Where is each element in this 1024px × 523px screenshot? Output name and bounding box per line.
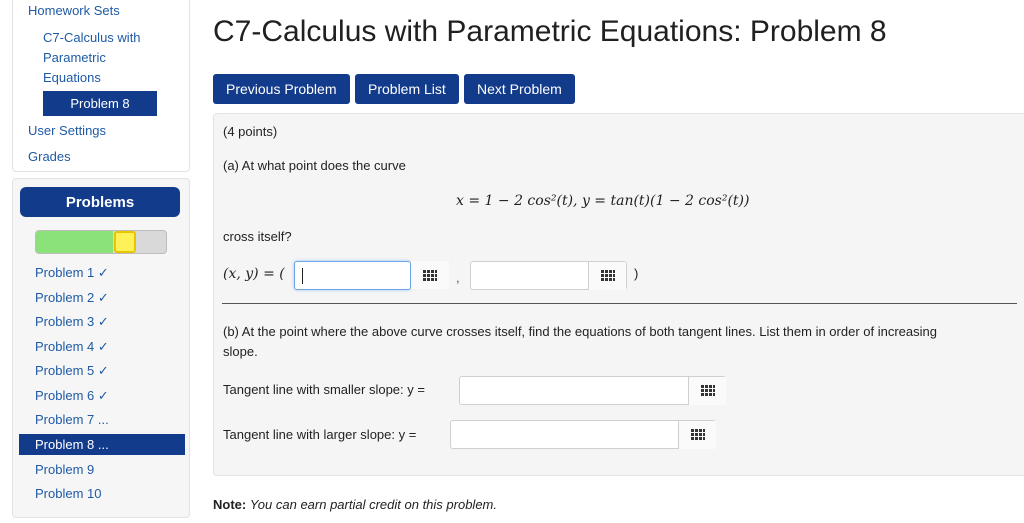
problem-link-6[interactable]: Problem 6 ✓ (35, 388, 109, 404)
keyboard-icon (423, 270, 437, 281)
larger-slope-label: Tangent line with larger slope: y = (223, 427, 417, 442)
problem-link-8-active[interactable]: Problem 8 ... (19, 434, 185, 455)
problem-link-10[interactable]: Problem 10 (35, 486, 101, 501)
comma-separator: , (456, 270, 460, 285)
keyboard-icon (601, 270, 615, 281)
problem-link-5[interactable]: Problem 5 ✓ (35, 363, 109, 379)
smaller-slope-equation-editor-button[interactable] (688, 377, 726, 405)
next-problem-button[interactable]: Next Problem (464, 74, 575, 104)
part-b-prompt-line2: slope. (223, 344, 258, 359)
cross-itself-text: cross itself? (223, 229, 292, 244)
problem-link-2[interactable]: Problem 2 ✓ (35, 290, 109, 306)
keyboard-icon (701, 385, 715, 396)
set-name-link-line3[interactable]: Equations (43, 70, 101, 85)
problem-link-7[interactable]: Problem 7 ... (35, 412, 109, 427)
partial-credit-note: Note: You can earn partial credit on thi… (213, 497, 497, 512)
smaller-slope-label: Tangent line with smaller slope: y = (223, 382, 425, 397)
progress-correct (36, 231, 113, 253)
curve-equation: x = 1 − 2 cos²(t), y = tan(t)(1 − 2 cos²… (456, 193, 750, 209)
problem-link-9[interactable]: Problem 9 (35, 462, 94, 477)
problem-link-1[interactable]: Problem 1 ✓ (35, 265, 109, 281)
current-problem-nav[interactable]: Problem 8 (43, 91, 157, 116)
larger-slope-input[interactable] (450, 420, 716, 449)
problems-header: Problems (20, 187, 180, 217)
close-paren: ) (634, 266, 639, 281)
progress-bar (35, 230, 167, 254)
homework-sets-link[interactable]: Homework Sets (28, 3, 120, 18)
y-equation-editor-button[interactable] (588, 262, 626, 290)
user-settings-link[interactable]: User Settings (28, 123, 106, 138)
note-label: Note: (213, 497, 247, 512)
text-caret (302, 268, 303, 284)
set-name-link-line2[interactable]: Parametric (43, 50, 106, 65)
problems-panel: Problems Problem 1 ✓ Problem 2 ✓ Problem… (12, 178, 190, 518)
x-equation-editor-button[interactable] (411, 261, 449, 289)
homework-nav-panel: Homework Sets C7-Calculus with Parametri… (12, 0, 190, 172)
section-divider (222, 303, 1017, 304)
smaller-slope-input[interactable] (459, 376, 726, 405)
points-text: (4 points) (223, 124, 278, 139)
problem-list-button[interactable]: Problem List (355, 74, 459, 104)
part-a-prompt: (a) At what point does the curve (223, 158, 406, 173)
previous-problem-button[interactable]: Previous Problem (213, 74, 350, 104)
problem-link-3[interactable]: Problem 3 ✓ (35, 314, 109, 330)
part-b-prompt-line1: (b) At the point where the above curve c… (223, 324, 937, 339)
xy-label: (x, y) = ( (223, 266, 285, 282)
y-coordinate-input[interactable] (470, 261, 627, 290)
page-title: C7-Calculus with Parametric Equations: P… (213, 15, 887, 48)
progress-partial (114, 231, 136, 253)
grades-link[interactable]: Grades (28, 149, 71, 164)
keyboard-icon (691, 429, 705, 440)
x-coordinate-input[interactable] (294, 261, 411, 290)
note-text: You can earn partial credit on this prob… (249, 497, 497, 512)
set-name-link-line1[interactable]: C7-Calculus with (43, 30, 141, 45)
problem-link-4[interactable]: Problem 4 ✓ (35, 339, 109, 355)
larger-slope-equation-editor-button[interactable] (678, 421, 716, 449)
